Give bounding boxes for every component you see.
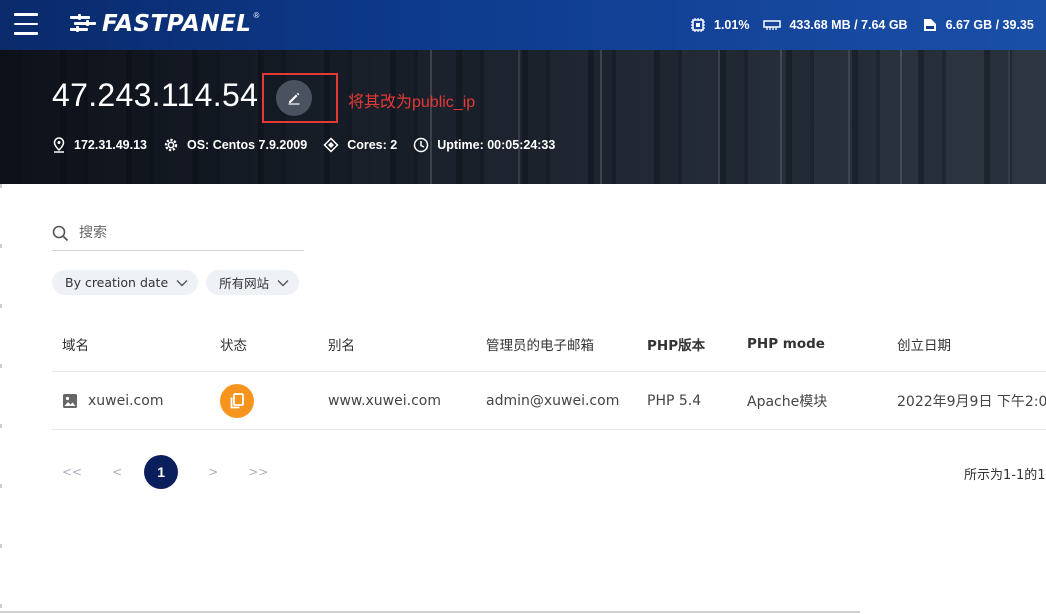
php-version-cell: PHP 5.4 — [647, 392, 702, 409]
annotation-box — [262, 73, 338, 123]
top-bar: FASTPANEL ® 1.01% 433.68 MB / 7.64 GB 6.… — [0, 0, 1046, 50]
location-pin-icon — [53, 137, 65, 153]
domain-cell[interactable]: xuwei.com — [62, 393, 163, 409]
disk-icon — [923, 19, 936, 31]
cores-value: Cores: 2 — [347, 138, 398, 152]
window-bottom-edge — [0, 611, 860, 613]
sort-label: By creation date — [65, 275, 169, 290]
filter-bar: By creation date 所有网站 — [52, 270, 307, 295]
memory-icon — [763, 20, 782, 30]
email-cell: admin@xuwei.com — [486, 392, 620, 409]
brand-name: FASTPANEL — [102, 11, 252, 37]
window-left-edge — [0, 184, 2, 614]
php-mode-cell: Apache模块 — [747, 393, 828, 410]
annotation-text: 将其改为public_ip — [348, 94, 476, 111]
column-header-created[interactable]: 创立日期 — [897, 334, 951, 354]
pagination-info: 所示为1-1的1 — [964, 468, 1046, 483]
search-input[interactable] — [79, 225, 279, 241]
search-bar — [52, 216, 304, 251]
hero-decor — [900, 50, 1010, 184]
table-header: 域名 状态 别名 管理员的电子邮箱 PHP版本 PHP mode 创立日期 — [52, 316, 1046, 372]
column-header-email[interactable]: 管理员的电子邮箱 — [486, 334, 594, 354]
uptime-item: Uptime: 00:05:24:33 — [413, 137, 555, 153]
cores-item: Cores: 2 — [323, 137, 397, 153]
logo-mark-icon — [70, 11, 96, 37]
sites-table: 域名 状态 别名 管理员的电子邮箱 PHP版本 PHP mode 创立日期 xu… — [52, 316, 1046, 430]
os-value: OS: Centos 7.9.2009 — [187, 138, 308, 152]
server-hero: 47.243.114.54 将其改为public_ip 172.31.49.13… — [0, 50, 1046, 184]
private-ip: 172.31.49.13 — [74, 138, 147, 152]
column-header-domain[interactable]: 域名 — [62, 334, 89, 354]
created-cell: 2022年9月9日 下午2:08 — [897, 393, 1046, 410]
resource-stats: 1.01% 433.68 MB / 7.64 GB 6.67 GB / 39.3… — [690, 0, 1046, 50]
page-current-button[interactable]: 1 — [144, 455, 179, 489]
server-ip-title: 47.243.114.54 — [52, 77, 259, 113]
menu-icon[interactable] — [14, 13, 38, 35]
pagination: << < 1 > >> — [52, 455, 298, 489]
status-badge[interactable] — [220, 383, 254, 418]
cpu-icon — [691, 18, 705, 32]
hero-decor — [780, 50, 850, 184]
chevron-down-icon — [176, 279, 188, 286]
brand-logo[interactable]: FASTPANEL ® — [70, 11, 259, 37]
disk-value: 6.67 GB / 39.35 — [945, 18, 1034, 32]
page-first-button[interactable]: << — [62, 465, 82, 479]
copy-icon — [230, 392, 244, 408]
scope-label: 所有网站 — [219, 276, 270, 291]
memory-value: 433.68 MB / 7.64 GB — [789, 18, 908, 32]
column-header-php-mode[interactable]: PHP mode — [747, 336, 825, 352]
scope-dropdown[interactable]: 所有网站 — [206, 270, 300, 295]
gear-icon — [164, 138, 178, 152]
sort-dropdown[interactable]: By creation date — [52, 270, 199, 295]
hero-decor — [430, 50, 520, 184]
domain-name[interactable]: xuwei.com — [88, 393, 163, 409]
search-icon — [52, 225, 69, 241]
memory-stat[interactable]: 433.68 MB / 7.64 GB — [763, 18, 908, 32]
column-header-php-version[interactable]: PHP版本 — [647, 334, 705, 354]
page-last-button[interactable]: >> — [248, 465, 268, 479]
os-item: OS: Centos 7.9.2009 — [163, 137, 307, 153]
private-ip-item: 172.31.49.13 — [52, 137, 147, 153]
image-icon — [63, 393, 77, 408]
status-cell — [220, 383, 254, 418]
uptime-value: Uptime: 00:05:24:33 — [437, 138, 556, 152]
diamond-icon — [323, 137, 339, 153]
server-meta: 172.31.49.13 OS: Centos 7.9.2009 Cores: … — [52, 137, 571, 153]
brand-reg-mark: ® — [253, 10, 260, 20]
disk-stat[interactable]: 6.67 GB / 39.35 — [922, 17, 1034, 33]
chevron-down-icon — [277, 279, 289, 286]
column-header-alias[interactable]: 别名 — [328, 334, 355, 354]
column-header-status[interactable]: 状态 — [220, 334, 247, 354]
table-row[interactable]: xuwei.com www.xuwei.com admin@xuwei.com … — [52, 372, 1046, 430]
page-next-button[interactable]: > — [208, 465, 218, 479]
cpu-value: 1.01% — [714, 18, 750, 32]
alias-cell: www.xuwei.com — [328, 392, 441, 409]
hero-decor — [600, 50, 720, 184]
cpu-stat[interactable]: 1.01% — [690, 17, 749, 33]
clock-icon — [413, 137, 429, 153]
page-prev-button[interactable]: < — [112, 465, 122, 479]
